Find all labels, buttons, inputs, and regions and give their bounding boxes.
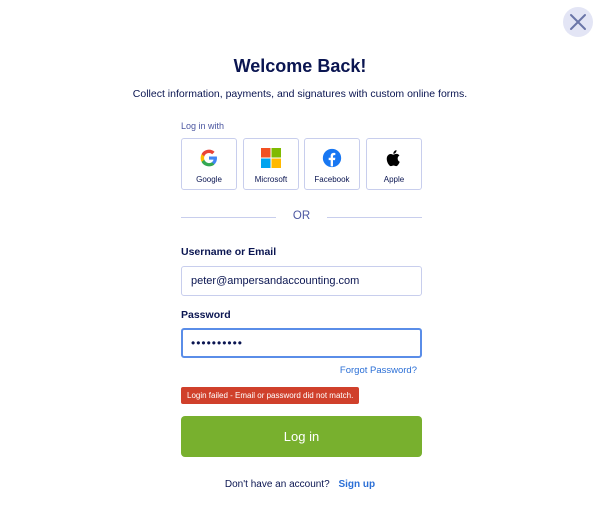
page-title: Welcome Back! <box>233 56 367 76</box>
close-button[interactable] <box>563 7 593 37</box>
facebook-login-button[interactable]: Facebook <box>304 138 360 190</box>
page-subtitle: Collect information, payments, and signa… <box>132 88 468 100</box>
microsoft-login-button[interactable]: Microsoft <box>243 138 299 190</box>
microsoft-icon <box>261 148 281 168</box>
facebook-icon <box>322 148 342 168</box>
microsoft-label: Microsoft <box>254 175 288 184</box>
password-field[interactable] <box>181 328 422 358</box>
social-login-providers: Google Microsoft Facebook Apple <box>181 138 422 190</box>
facebook-label: Facebook <box>314 175 350 184</box>
google-login-button[interactable]: Google <box>181 138 237 190</box>
signup-prompt-text: Don't have an account? <box>224 479 330 490</box>
google-label: Google <box>196 175 222 184</box>
or-divider: OR <box>181 208 422 226</box>
apple-login-button[interactable]: Apple <box>366 138 422 190</box>
close-icon <box>570 14 586 30</box>
divider-line-right <box>327 217 422 218</box>
forgot-password-link[interactable]: Forgot Password? <box>340 365 417 376</box>
signup-link[interactable]: Sign up <box>338 479 375 490</box>
google-icon <box>200 149 217 167</box>
password-label: Password <box>181 309 231 321</box>
login-error-message: Login failed - Email or password did not… <box>181 387 360 404</box>
signup-prompt: Don't have an account? Sign up <box>0 479 600 490</box>
or-text: OR <box>292 210 311 222</box>
username-label: Username or Email <box>181 246 277 258</box>
apple-icon <box>386 150 400 167</box>
social-login-heading: Log in with <box>181 121 225 131</box>
apple-label: Apple <box>383 175 405 184</box>
username-field[interactable] <box>181 266 422 296</box>
login-button[interactable]: Log in <box>181 416 422 457</box>
